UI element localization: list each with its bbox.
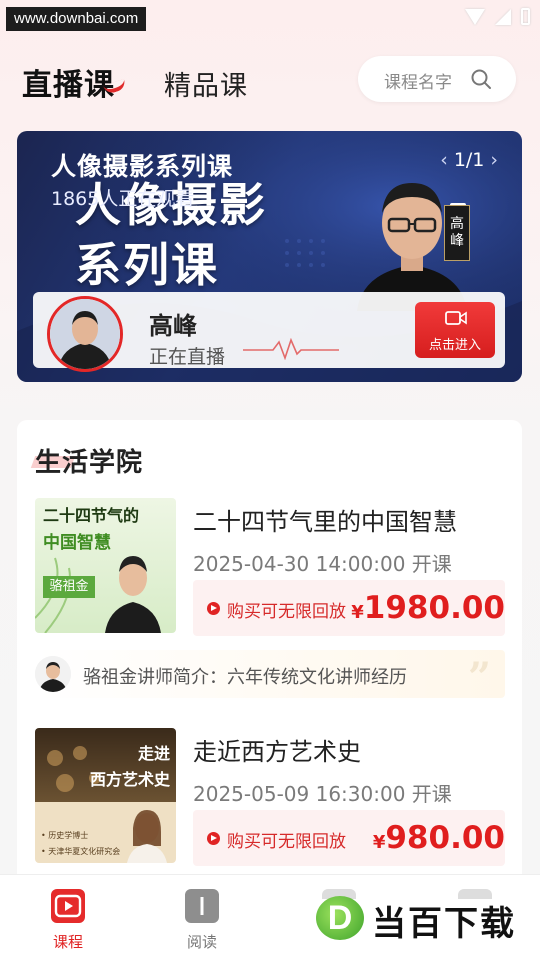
- host-avatar: [47, 296, 123, 372]
- video-camera-icon: [445, 311, 467, 325]
- host-avatar-image: [50, 299, 120, 369]
- search-input[interactable]: 课程名字: [358, 56, 516, 102]
- teacher-avatar-image: [35, 656, 71, 692]
- course-cover-line1: 走进: [137, 744, 170, 763]
- search-placeholder: 课程名字: [384, 73, 452, 93]
- logo-text: 当百下载: [372, 904, 516, 944]
- play-icon: [207, 602, 220, 615]
- course-cover-line1: 二十四节气的: [43, 506, 140, 525]
- nav-label-reading: 阅读: [186, 933, 217, 951]
- section-title: 生活学院: [35, 448, 144, 478]
- price-currency: ¥: [351, 602, 364, 623]
- live-host-name: 高峰: [149, 312, 197, 340]
- course-item[interactable]: 走进 西方艺术史 • 历史学博士 • 天津华夏文化研究会 走近西方艺术史 202…: [35, 728, 505, 868]
- enter-live-button[interactable]: 点击进入: [415, 302, 495, 358]
- course-cover-bullet2: • 天津华夏文化研究会: [41, 847, 121, 856]
- status-icons: [465, 8, 530, 25]
- course-cover-line2: 西方艺术史: [89, 770, 170, 789]
- header: 直播课 精品课 课程名字: [0, 52, 540, 108]
- price-value: 1980.00: [363, 590, 505, 626]
- watermark-url: www.downbai.com: [6, 7, 147, 31]
- course-price: ¥980.00: [373, 820, 505, 856]
- book-icon-svg: [200, 897, 204, 915]
- price-currency: ¥: [372, 832, 386, 853]
- battery-icon: [521, 8, 530, 25]
- heartbeat-icon: [243, 338, 339, 360]
- signal-icon: [495, 8, 511, 25]
- course-start-time: 2025-05-09 16:30:00 开课: [193, 782, 452, 806]
- teacher-avatar: [35, 656, 71, 692]
- nav-label-courses: 课程: [52, 933, 83, 951]
- course-cover-line2: 中国智慧: [43, 533, 111, 553]
- course-start-time: 2025-04-30 14:00:00 开课: [193, 552, 452, 576]
- teacher-intro-row[interactable]: 骆祖金讲师简介：六年传统文化讲师经历 ”: [35, 650, 505, 701]
- course-title: 二十四节气里的中国智慧: [193, 508, 457, 536]
- enter-live-label: 点击进入: [428, 338, 481, 353]
- course-cover-bullet1: • 历史学博士: [41, 831, 89, 840]
- course-section-card: 生活学院 二十四节气的 中国智慧 骆祖金 二十四节气里的中国智慧 2025-04…: [17, 420, 522, 890]
- banner-title: 人像摄影系列课: [51, 152, 234, 181]
- wifi-icon: [465, 8, 485, 25]
- replay-label: 购买可无限回放: [227, 832, 346, 852]
- quote-icon: ”: [467, 654, 491, 701]
- banner-big-title-line2: 系列课: [75, 238, 219, 292]
- logo-watermark: D 当百下载: [314, 886, 534, 950]
- play-video-icon: [51, 889, 85, 923]
- price-value: 980.00: [385, 820, 505, 856]
- course-price: ¥1980.00: [351, 590, 505, 626]
- logo-d-icon: D: [316, 896, 364, 940]
- live-banner[interactable]: 人像摄影 系列课 人像摄影系列课 1865人正在观看 ‹ 1/1 › 高峰 高峰…: [17, 131, 522, 382]
- course-cover: 二十四节气的 中国智慧 骆祖金: [35, 498, 176, 633]
- chevron-right-icon[interactable]: ›: [490, 149, 498, 171]
- play-video-icon-svg: [54, 894, 82, 918]
- banner-viewer-count: 1865人正在观看: [51, 188, 195, 210]
- tab-live-course[interactable]: 直播课: [22, 60, 115, 104]
- book-icon: [185, 889, 219, 923]
- live-status: 正在直播: [149, 346, 226, 368]
- play-icon: [207, 832, 220, 845]
- course-cover: 走进 西方艺术史 • 历史学博士 • 天津华夏文化研究会: [35, 728, 176, 863]
- course-item[interactable]: 二十四节气的 中国智慧 骆祖金 二十四节气里的中国智慧 2025-04-30 1…: [35, 498, 505, 638]
- status-bar: www.downbai.com: [0, 0, 540, 36]
- live-host-card[interactable]: 高峰 正在直播 点击进入: [33, 292, 505, 372]
- replay-label: 购买可无限回放: [227, 602, 346, 622]
- banner-name-tag: 高峰: [444, 205, 470, 261]
- course-cover-teacher: 骆祖金: [43, 576, 95, 598]
- course-title: 走近西方艺术史: [193, 738, 361, 766]
- search-icon[interactable]: [470, 68, 492, 90]
- tab-premium-course[interactable]: 精品课: [164, 64, 248, 103]
- teacher-intro-text: 骆祖金讲师简介：六年传统文化讲师经历: [83, 667, 407, 688]
